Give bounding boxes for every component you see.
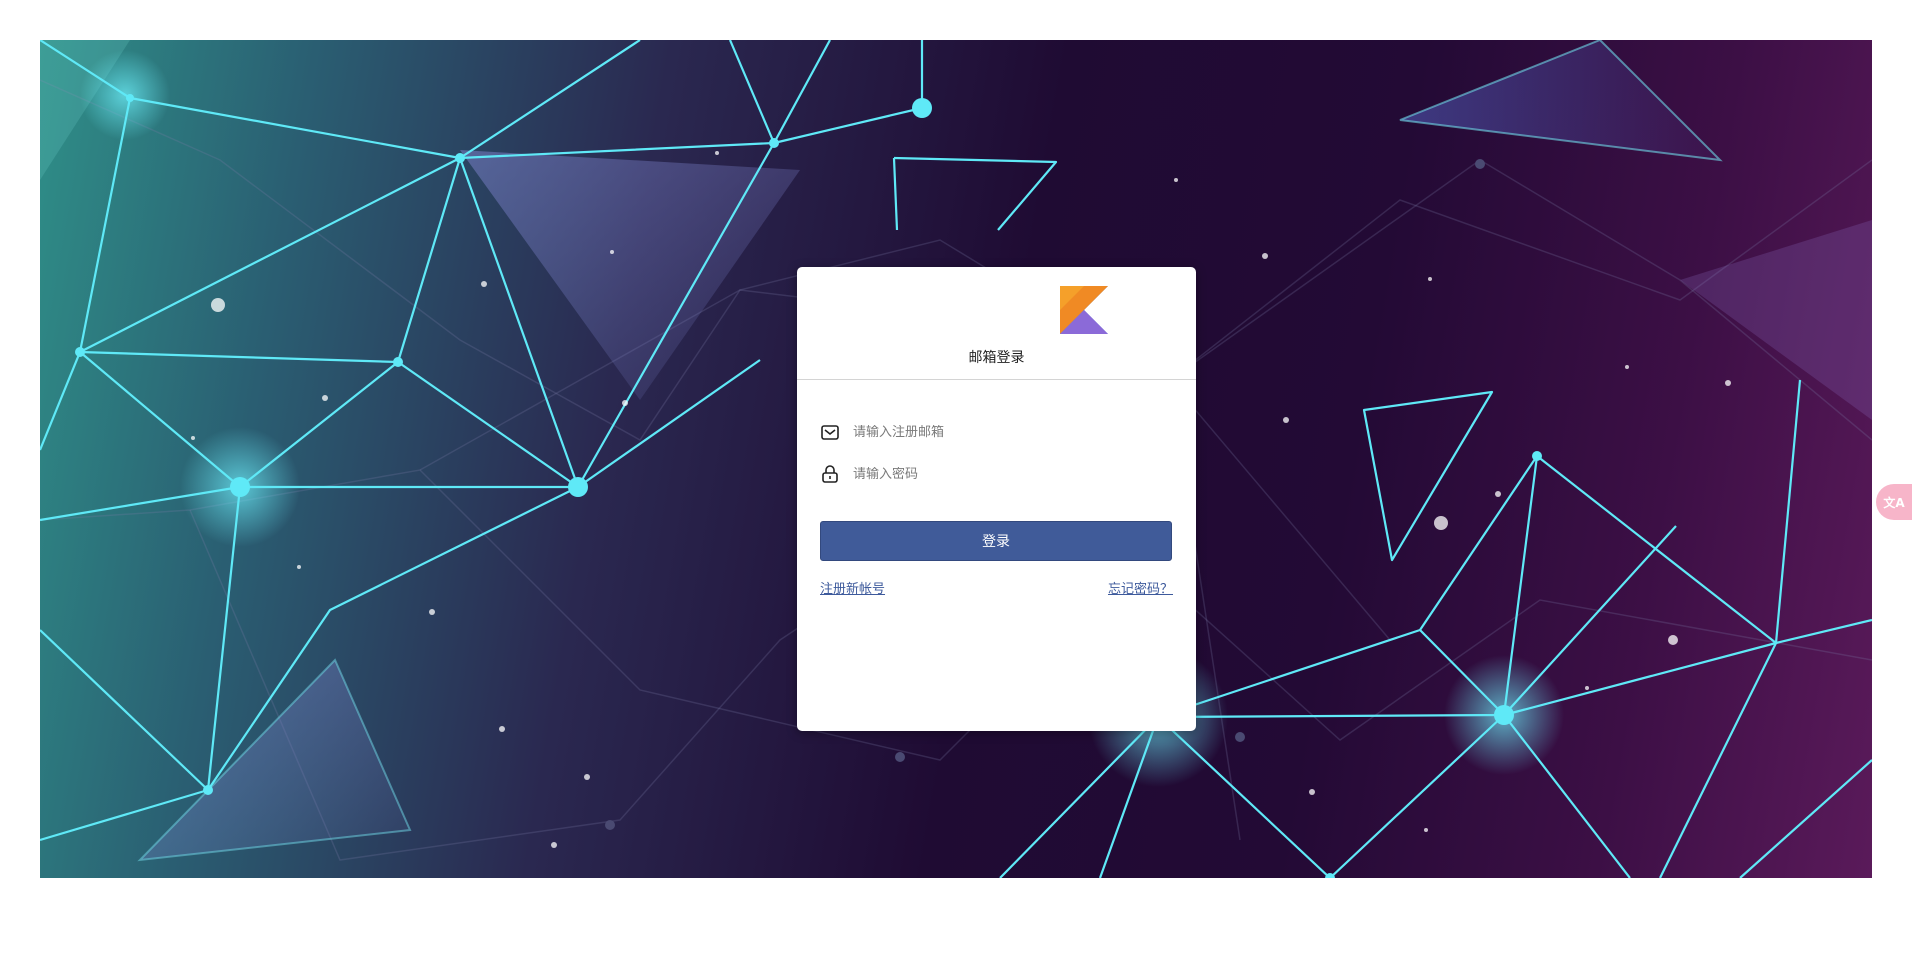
kotlin-logo [1060,286,1108,334]
login-button[interactable]: 登录 [820,521,1172,561]
password-input[interactable] [853,466,1153,482]
background-network: 邮箱登录 登录 注册新帐号 忘记密码？ [40,40,1872,878]
forgot-password-link[interactable]: 忘记密码？ [1108,578,1173,597]
email-field-row [819,418,1173,446]
password-field-row [819,460,1173,488]
login-title: 邮箱登录 [968,350,1025,366]
register-link[interactable]: 注册新帐号 [820,578,885,597]
envelope-icon [819,421,841,443]
email-input[interactable] [853,424,1153,440]
translate-widget[interactable]: 文A [1876,484,1912,520]
lock-icon [819,463,841,485]
divider [797,379,1196,380]
login-card: 邮箱登录 登录 注册新帐号 忘记密码？ [797,267,1196,731]
translate-icon: 文A [1883,495,1905,510]
